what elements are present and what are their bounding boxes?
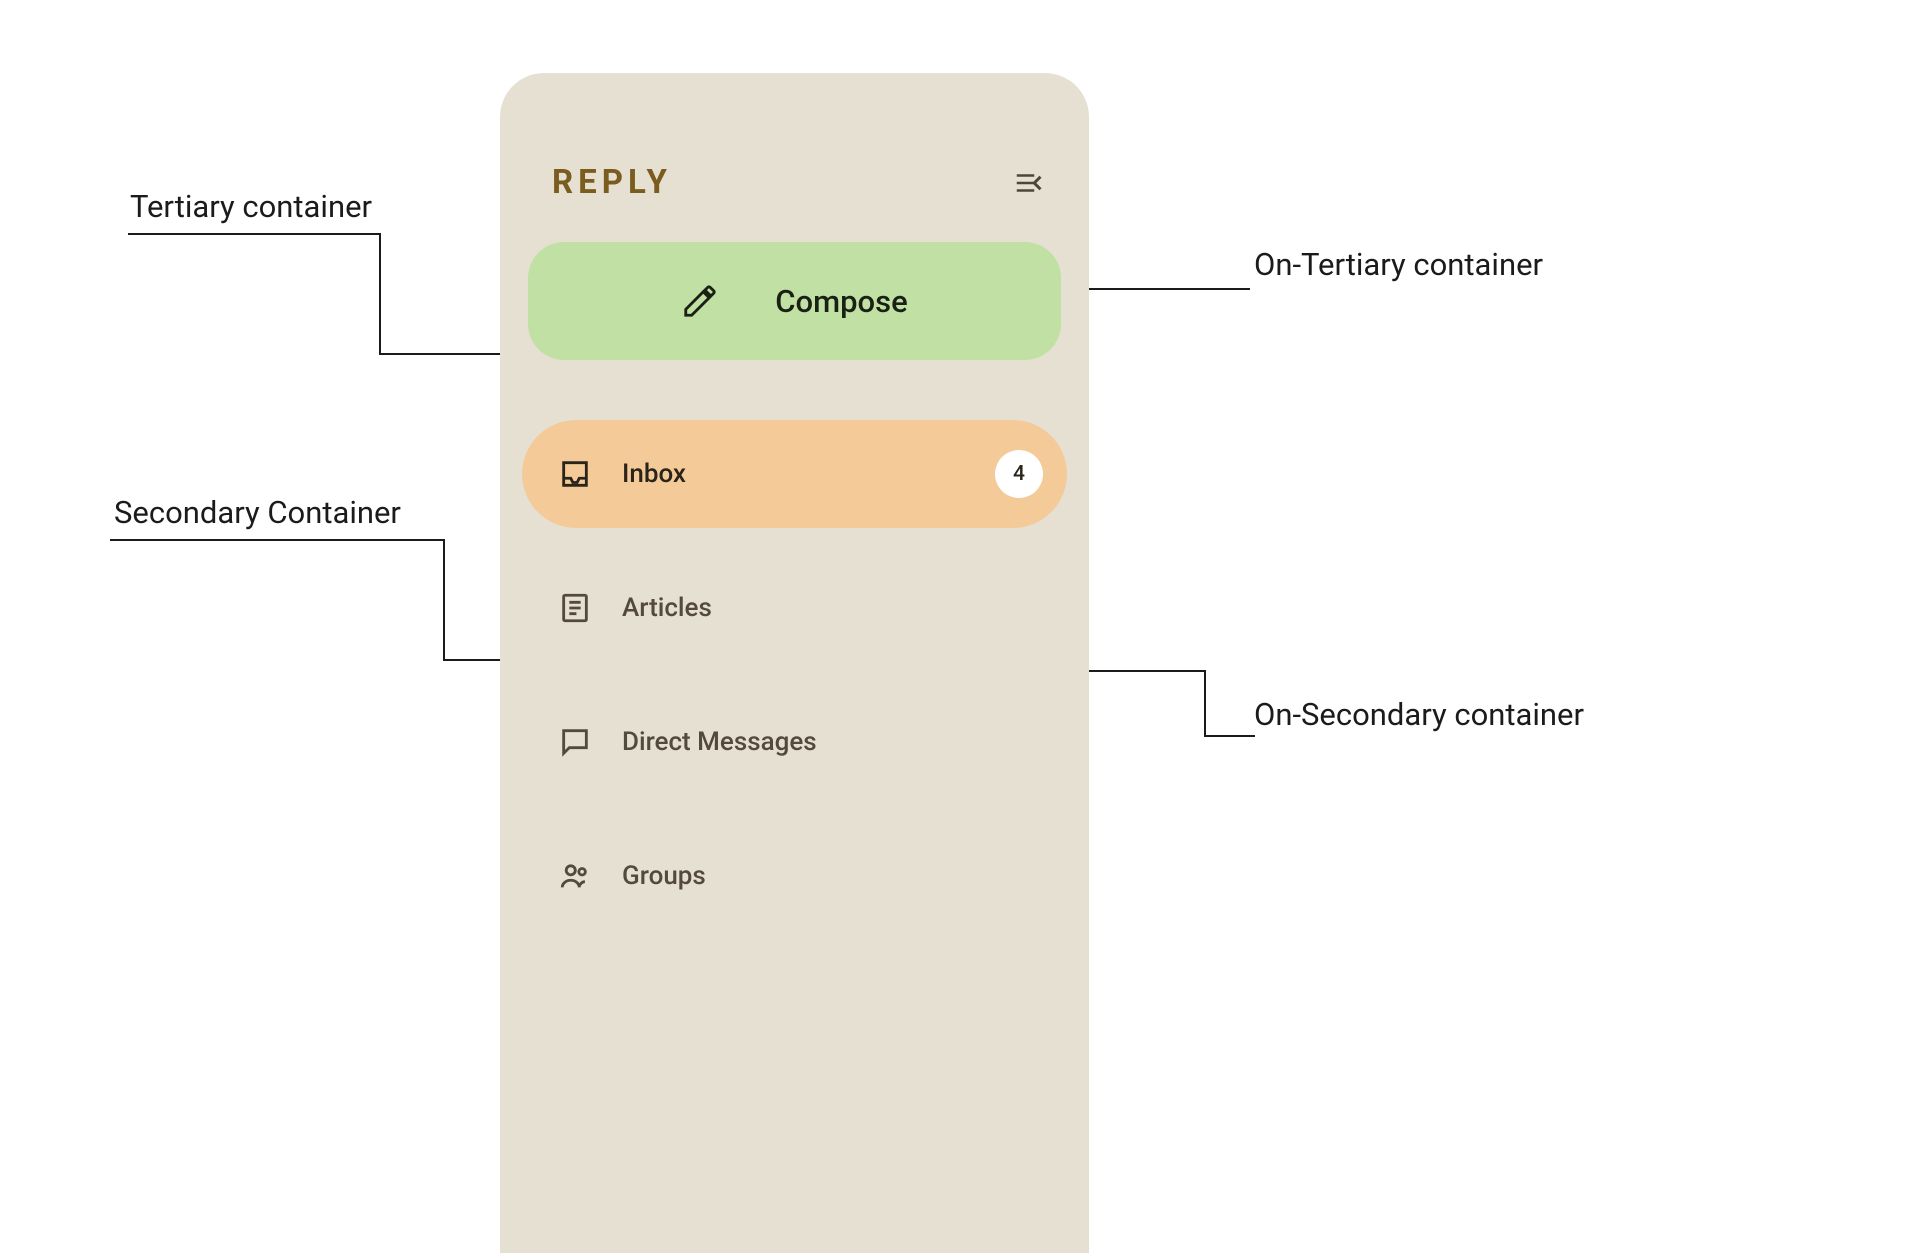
edit-icon [681, 282, 719, 320]
navigation-drawer: REPLY Compose Inbox 4 [500, 73, 1089, 1253]
nav-item-label: Groups [622, 861, 706, 891]
nav-item-groups[interactable]: Groups [522, 822, 1067, 930]
menu-open-icon[interactable] [1009, 168, 1047, 198]
nav-item-articles[interactable]: Articles [522, 554, 1067, 662]
on-secondary-annotation-label: On-Secondary container [1254, 696, 1584, 733]
compose-label: Compose [775, 283, 907, 320]
nav-item-label: Articles [622, 593, 712, 623]
nav-item-inbox[interactable]: Inbox 4 [522, 420, 1067, 528]
nav-list: Inbox 4 Articles Direct Messages [522, 420, 1067, 930]
article-icon [558, 591, 592, 625]
nav-item-label: Direct Messages [622, 727, 817, 757]
chat-icon [558, 725, 592, 759]
tertiary-annotation-label: Tertiary container [130, 188, 372, 225]
app-title: REPLY [552, 163, 672, 202]
inbox-icon [558, 457, 592, 491]
nav-item-direct-messages[interactable]: Direct Messages [522, 688, 1067, 796]
inbox-badge: 4 [995, 450, 1043, 498]
compose-button[interactable]: Compose [528, 242, 1061, 360]
group-icon [558, 859, 592, 893]
secondary-annotation-label: Secondary Container [114, 494, 401, 531]
on-tertiary-annotation-label: On-Tertiary container [1254, 246, 1543, 283]
drawer-header: REPLY [500, 93, 1089, 242]
nav-item-label: Inbox [622, 459, 686, 489]
